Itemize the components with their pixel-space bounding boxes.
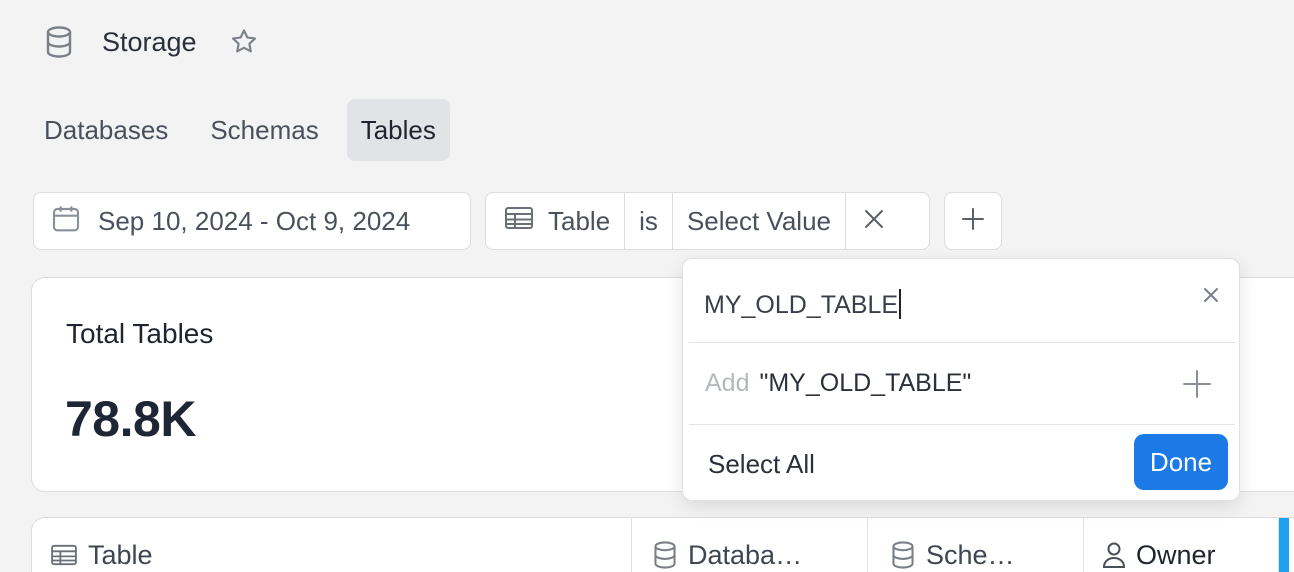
select-value-dropdown: MY_OLD_TABLE Add "MY_OLD_TABLE" Select A…: [682, 258, 1240, 501]
scrollbar-thumb[interactable]: [1279, 518, 1289, 572]
page-title: Storage: [102, 26, 197, 57]
database-icon: [890, 538, 916, 572]
column-label: Sche…: [926, 540, 1015, 570]
column-label: Table: [88, 540, 153, 570]
tab-databases[interactable]: Databases: [30, 99, 182, 161]
value-search-input[interactable]: MY_OLD_TABLE: [689, 265, 1235, 343]
add-value-text: "MY_OLD_TABLE": [759, 369, 972, 397]
page-header: Storage: [44, 22, 261, 62]
star-icon[interactable]: [227, 25, 261, 59]
table-icon: [50, 538, 78, 572]
filter-field[interactable]: Table: [486, 193, 626, 249]
filter-operator[interactable]: is: [625, 193, 673, 249]
column-header-database[interactable]: Databa…: [632, 518, 868, 572]
done-button[interactable]: Done: [1134, 434, 1228, 490]
column-header-schema[interactable]: Sche…: [868, 518, 1084, 572]
plus-icon: [1181, 368, 1213, 400]
tab-bar: Databases Schemas Tables: [30, 99, 450, 161]
column-label: Databa…: [688, 540, 803, 570]
clear-search-button[interactable]: [1199, 283, 1223, 307]
dropdown-footer: Select All Done: [689, 425, 1235, 497]
tab-schemas[interactable]: Schemas: [196, 99, 332, 161]
add-filter-button[interactable]: [944, 192, 1002, 250]
text-caret: [899, 289, 902, 320]
select-all-button[interactable]: Select All: [708, 449, 815, 480]
table-filter: Table is Select Value: [485, 192, 930, 250]
filter-value[interactable]: Select Value: [673, 193, 846, 249]
date-range-picker[interactable]: Sep 10, 2024 - Oct 9, 2024: [33, 192, 471, 250]
filter-field-label: Table: [548, 205, 611, 236]
card-value: 78.8K: [65, 391, 196, 447]
calendar-icon: [50, 203, 82, 240]
card-title: Total Tables: [66, 318, 214, 349]
user-icon: [1102, 538, 1126, 572]
date-range-label: Sep 10, 2024 - Oct 9, 2024: [98, 205, 411, 236]
column-header-table[interactable]: Table: [32, 518, 632, 572]
add-value-option[interactable]: Add "MY_OLD_TABLE": [689, 343, 1235, 425]
column-label: Owner: [1136, 540, 1216, 570]
search-value-text: MY_OLD_TABLE: [704, 289, 902, 320]
database-icon: [652, 538, 678, 572]
plus-icon: [961, 207, 985, 236]
database-icon: [44, 22, 80, 62]
table-icon: [504, 206, 534, 237]
remove-filter-button[interactable]: [846, 193, 902, 249]
tables-table: Table Databa… Sche… Owner: [31, 517, 1294, 572]
tab-tables[interactable]: Tables: [346, 99, 450, 161]
add-prefix: Add: [705, 369, 750, 397]
column-header-owner[interactable]: Owner: [1084, 518, 1279, 572]
search-value: MY_OLD_TABLE: [704, 291, 899, 319]
storage-page: Storage Databases Schemas Tables Sep 10,…: [0, 0, 1294, 572]
close-icon: [863, 206, 885, 237]
